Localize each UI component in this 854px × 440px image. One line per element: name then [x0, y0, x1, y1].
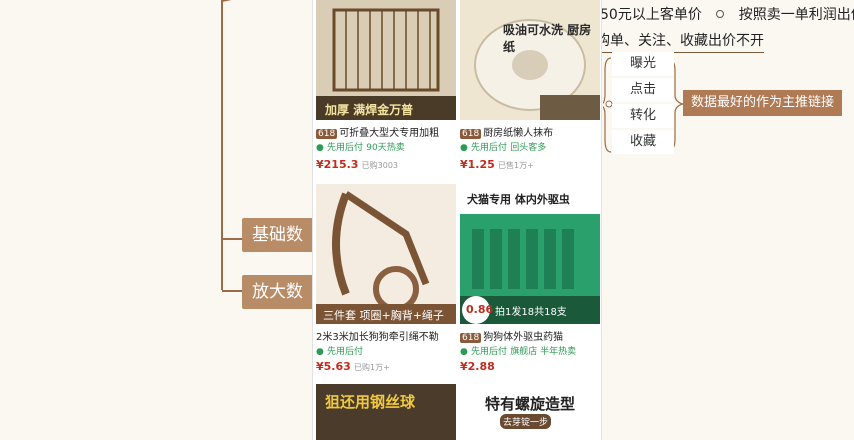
- metric-favorite[interactable]: 收藏: [612, 130, 674, 154]
- price-row: ¥215.3 已购3003: [316, 158, 398, 171]
- product-card[interactable]: 特有螺旋造型 去芽锭一步: [460, 384, 600, 440]
- product-card[interactable]: 犬猫专用 体内外驱虫 0.86 拍1发18共18支 618 狗狗体外驱虫药猫 ● …: [460, 184, 600, 380]
- metric-click[interactable]: 点击: [612, 78, 674, 102]
- pay-later-label: 先用后付: [471, 347, 508, 357]
- product-image: 加厚 满焊金万普: [316, 0, 456, 120]
- pay-later-icon: ●: [316, 143, 324, 153]
- pay-later-icon: ●: [316, 347, 324, 357]
- paper-roll-image: [474, 19, 600, 120]
- price-value: 2.88: [467, 360, 495, 373]
- product-badge-row: ● 先用后付 旗舰店 半年热卖: [460, 344, 600, 357]
- price-value: 5.63: [323, 360, 351, 373]
- product-card[interactable]: 吸油可水洗 厨房纸 618 厨房纸懒人抹布 ● 先用后付 回头客多 ¥1.25 已…: [460, 0, 600, 180]
- node-amplify-label: 放大数: [252, 282, 303, 302]
- topic-price-rule-suffix: 按照卖一单利润出价: [738, 7, 854, 23]
- product-title: 狗狗体外驱虫药猫: [483, 332, 564, 343]
- product-title-row: 618 狗狗体外驱虫药猫: [460, 328, 600, 343]
- product-card[interactable]: 三件套 项圈+胸背+绳子 2米3米加长狗狗牵引绳不勒 ● 先用后付 ¥5.63 …: [316, 184, 456, 380]
- pay-later-icon: ●: [460, 143, 468, 153]
- price-row: ¥5.63 已购1万+: [316, 360, 390, 373]
- sold-meta: 已购1万+: [353, 363, 390, 372]
- node-amplify-data[interactable]: 放大数: [242, 275, 314, 309]
- leash-image: [316, 191, 456, 324]
- mindmap-connector-basic: [222, 238, 242, 240]
- phone-product-feed[interactable]: 加厚 满焊金万普 618 可折叠大型犬专用加粗 ● 先用后付 90天热卖 ¥215…: [312, 0, 602, 440]
- metric-exposure[interactable]: 曝光: [612, 52, 674, 76]
- product-image: 狙还用钢丝球: [316, 384, 456, 440]
- mindmap-trunk-line: [221, 0, 223, 290]
- product-banner: 狙还用钢丝球: [325, 393, 416, 411]
- topic-bid-rule-label: 购单、关注、收藏出价不开: [596, 33, 764, 49]
- topic-price-rule[interactable]: 50元以上客单价 按照卖一单利润出价: [600, 4, 854, 24]
- pay-later-icon: ●: [460, 347, 468, 357]
- product-image: 三件套 项圈+胸背+绳子: [316, 184, 456, 324]
- topic-price-rule-prefix: 50元以上客单价: [600, 7, 702, 23]
- node-basic-data[interactable]: 基础数: [242, 218, 314, 252]
- bundle-note: 拍1发18共18支: [495, 307, 567, 318]
- node-basic-label: 基础数: [252, 225, 303, 245]
- pay-later-label: 先用后付: [327, 143, 364, 153]
- sold-meta: 已售1万+: [497, 161, 534, 170]
- product-image: 犬猫专用 体内外驱虫 0.86 拍1发18共18支: [460, 184, 600, 324]
- sales-label: 回头客多: [510, 143, 547, 153]
- rank-tag: 618: [460, 129, 482, 139]
- sold-meta: 已购3003: [361, 161, 398, 170]
- product-card[interactable]: 狙还用钢丝球: [316, 384, 456, 440]
- product-image: 特有螺旋造型 去芽锭一步: [460, 384, 600, 440]
- product-title: 厨房纸懒人抹布: [483, 128, 554, 139]
- product-banner: 加厚 满焊金万普: [325, 103, 414, 117]
- mindmap-curve-top: [221, 0, 311, 2]
- sales-label: 旗舰店 半年热卖: [510, 347, 577, 357]
- price-value: 215.3: [323, 158, 359, 171]
- price-value: 1.25: [467, 158, 495, 171]
- product-banner: 吸油可水洗 厨房纸: [503, 23, 592, 54]
- product-title: 可折叠大型犬专用加粗: [339, 128, 440, 139]
- product-title: 2米3米加长狗狗牵引绳不勒: [316, 332, 439, 343]
- rank-tag: 618: [460, 333, 482, 343]
- price-row: ¥1.25 已售1万+: [460, 158, 534, 171]
- product-badge-row: ● 先用后付 90天热卖: [316, 140, 456, 153]
- product-badge-row: ● 先用后付: [316, 344, 456, 357]
- pay-later-label: 先用后付: [471, 143, 508, 153]
- product-title-row: 2米3米加长狗狗牵引绳不勒: [316, 328, 456, 343]
- product-subtitle: 去芽锭一步: [500, 414, 552, 429]
- product-banner: 特有螺旋造型: [485, 395, 576, 413]
- pay-later-label: 先用后付: [327, 347, 364, 357]
- product-badge-row: ● 先用后付 回头客多: [460, 140, 600, 153]
- product-image: 吸油可水洗 厨房纸: [460, 0, 600, 120]
- product-title-row: 618 厨房纸懒人抹布: [460, 124, 600, 139]
- price-row: ¥2.88: [460, 360, 495, 373]
- rank-tag: 618: [316, 129, 338, 139]
- summary-node[interactable]: 数据最好的作为主推链接: [683, 90, 843, 116]
- product-banner: 犬猫专用 体内外驱虫: [467, 193, 570, 206]
- sales-label: 90天热卖: [366, 143, 405, 153]
- bullet-icon: [716, 10, 725, 18]
- metric-conversion[interactable]: 转化: [612, 104, 674, 128]
- product-banner: 三件套 项圈+胸背+绳子: [323, 309, 444, 322]
- mindmap-connector-amplify: [222, 290, 242, 292]
- product-card[interactable]: 加厚 满焊金万普 618 可折叠大型犬专用加粗 ● 先用后付 90天热卖 ¥215…: [316, 0, 456, 180]
- product-title-row: 618 可折叠大型犬专用加粗: [316, 124, 456, 139]
